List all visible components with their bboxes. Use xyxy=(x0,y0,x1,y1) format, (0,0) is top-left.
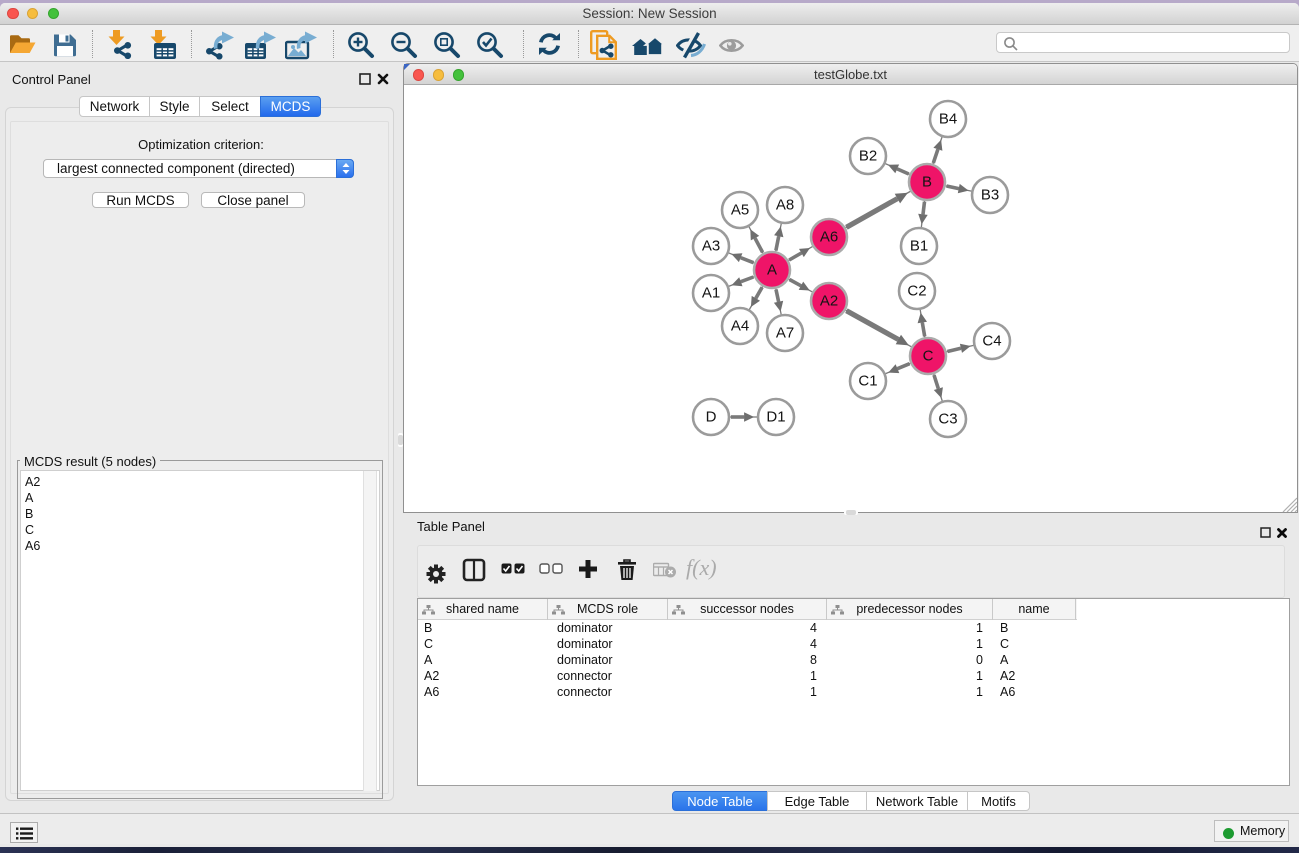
svg-text:B1: B1 xyxy=(910,238,928,255)
svg-text:A8: A8 xyxy=(776,197,794,214)
svg-text:A2: A2 xyxy=(820,293,838,310)
svg-text:B2: B2 xyxy=(859,148,877,165)
svg-text:A6: A6 xyxy=(820,229,838,246)
svg-text:B3: B3 xyxy=(981,187,999,204)
svg-text:C3: C3 xyxy=(938,411,957,428)
svg-text:C2: C2 xyxy=(907,283,926,300)
svg-text:C1: C1 xyxy=(858,373,877,390)
svg-text:A4: A4 xyxy=(731,318,749,335)
svg-text:B4: B4 xyxy=(939,111,957,128)
svg-text:C4: C4 xyxy=(982,333,1001,350)
svg-text:D: D xyxy=(706,409,717,426)
svg-text:A7: A7 xyxy=(776,325,794,342)
svg-text:D1: D1 xyxy=(766,409,785,426)
svg-text:A3: A3 xyxy=(702,238,720,255)
svg-text:A5: A5 xyxy=(731,202,749,219)
svg-text:B: B xyxy=(922,174,932,191)
svg-text:A: A xyxy=(767,262,777,279)
svg-text:C: C xyxy=(923,348,934,365)
svg-text:A1: A1 xyxy=(702,285,720,302)
